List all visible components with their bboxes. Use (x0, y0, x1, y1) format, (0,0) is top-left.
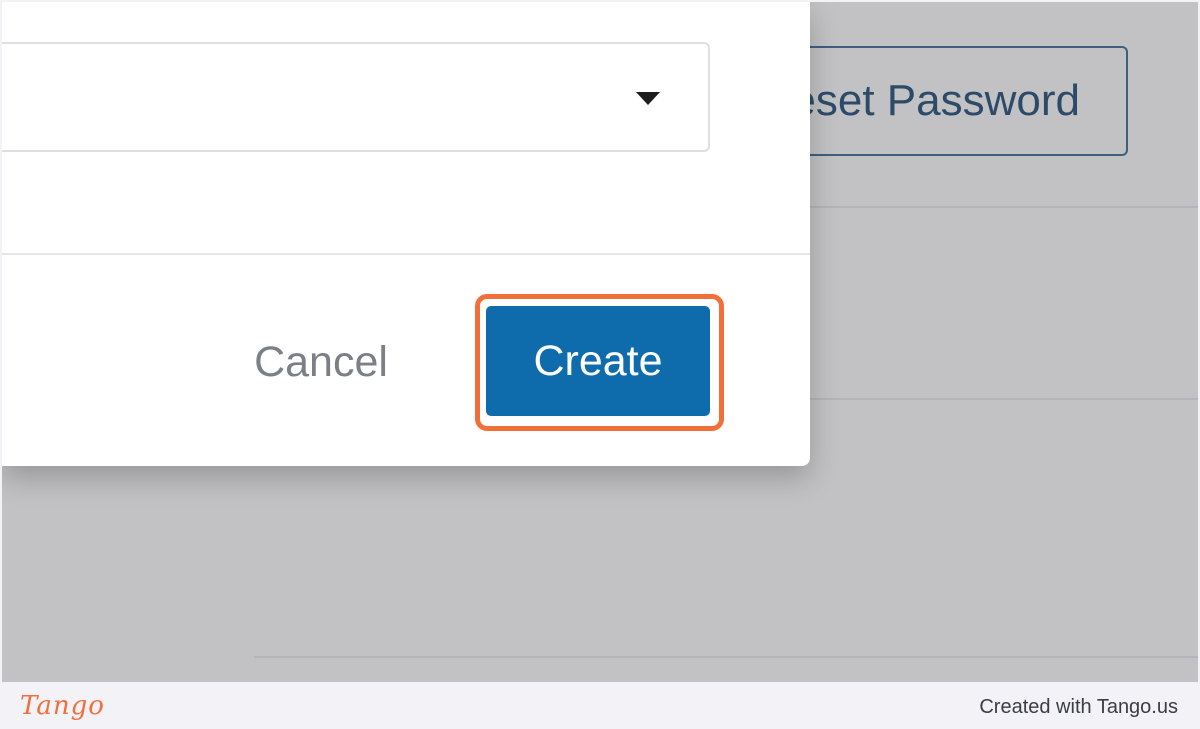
tango-credit: Created with Tango.us (979, 696, 1178, 718)
background-divider-3 (254, 656, 1198, 658)
caret-down-icon[interactable] (636, 92, 660, 105)
cancel-button[interactable]: Cancel (226, 316, 416, 408)
background-divider-2 (810, 398, 1198, 400)
create-button[interactable]: Create (486, 306, 710, 416)
tango-logo: Tango (20, 691, 105, 721)
dialog-select[interactable] (2, 42, 710, 152)
create-dialog: Cancel Create (2, 2, 810, 466)
tango-footer: Tango Created with Tango.us (0, 684, 1200, 729)
background-divider-1 (810, 206, 1198, 208)
screenshot-area: Reset Password Cancel Create (2, 2, 1198, 682)
dialog-footer-divider (2, 253, 810, 255)
tango-step-frame: Reset Password Cancel Create Tango Creat… (0, 0, 1200, 729)
